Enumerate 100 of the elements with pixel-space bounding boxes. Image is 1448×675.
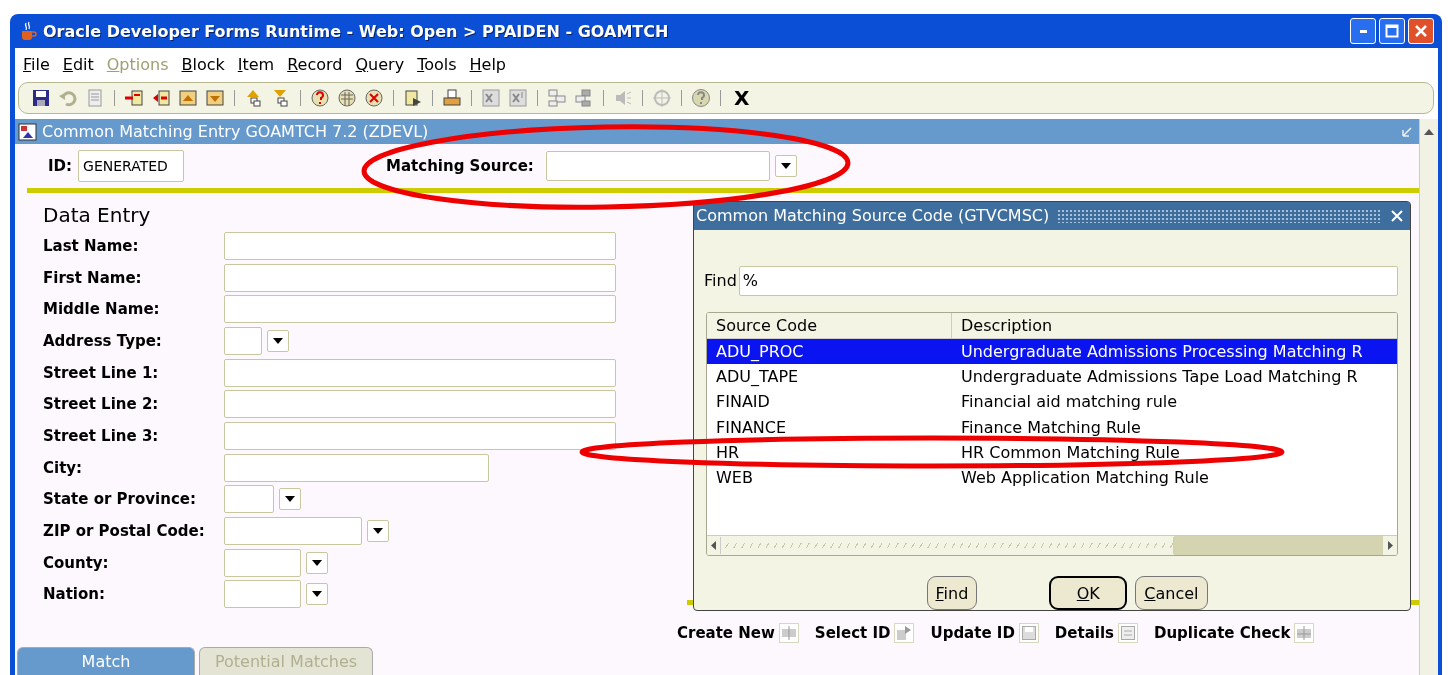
table-cell[interactable]: ADU_PROC: [716, 341, 804, 361]
action-label: Select ID: [814, 624, 891, 642]
table-cell[interactable]: WEB: [716, 468, 753, 488]
save-icon[interactable]: [31, 88, 51, 108]
dialog-button[interactable]: OK: [1049, 576, 1128, 610]
caret-down-icon: [312, 591, 322, 598]
field-label: Last Name:: [43, 236, 140, 255]
id-field[interactable]: GENERATED: [78, 150, 185, 182]
database-icon[interactable]: [337, 88, 357, 108]
input-field[interactable]: [224, 326, 262, 355]
help-icon[interactable]: [691, 88, 711, 108]
action-label: Details: [1054, 624, 1114, 642]
input-field[interactable]: [224, 517, 362, 546]
menu-item[interactable]: Tools: [413, 54, 466, 74]
spreadsheet-export-icon[interactable]: [508, 88, 528, 108]
section-heading: Data Entry: [43, 203, 151, 227]
input-field[interactable]: [224, 358, 616, 387]
table-cell[interactable]: Web Application Matching Rule: [951, 468, 1209, 488]
edit-document-icon[interactable]: [403, 88, 423, 108]
table-cell[interactable]: Undergraduate Admissions Tape Load Matching R: [951, 367, 1358, 387]
menu-item[interactable]: Help: [465, 54, 516, 74]
dropdown-button[interactable]: [774, 155, 797, 177]
save-icon: [1021, 626, 1036, 640]
maximize-icon: [1385, 24, 1399, 38]
menu-item[interactable]: Query: [351, 54, 414, 74]
table-cell[interactable]: FINANCE: [716, 417, 787, 437]
field-label: Street Line 3:: [43, 426, 160, 445]
field-label: Address Type:: [43, 331, 163, 350]
input-field[interactable]: [224, 390, 616, 419]
table-cell[interactable]: ADU_TAPE: [716, 367, 799, 387]
menu-item[interactable]: Item: [233, 54, 284, 74]
dropdown-button[interactable]: [367, 520, 389, 543]
find-field[interactable]: %: [738, 265, 1398, 296]
input-field[interactable]: [224, 421, 616, 450]
action-label: Update ID: [930, 624, 1015, 642]
menu-item[interactable]: File: [19, 54, 59, 74]
action-button[interactable]: [778, 623, 799, 643]
hierarchy-icon[interactable]: [547, 88, 567, 108]
action-button[interactable]: [1018, 623, 1039, 643]
column-header[interactable]: Source Code: [707, 312, 952, 338]
input-field[interactable]: [224, 548, 301, 577]
input-field[interactable]: [224, 231, 616, 260]
table-cell[interactable]: Undergraduate Admissions Processing Matching R: [951, 341, 1363, 361]
insert-record-icon[interactable]: [124, 88, 144, 108]
input-field[interactable]: [224, 453, 489, 482]
dialog-button[interactable]: Find: [926, 576, 978, 610]
dialog-button[interactable]: Cancel: [1135, 576, 1208, 610]
input-field[interactable]: [224, 580, 301, 609]
database-cancel-icon[interactable]: [364, 88, 384, 108]
dropdown-button[interactable]: [306, 551, 328, 574]
spreadsheet-icon[interactable]: [481, 88, 501, 108]
column-header[interactable]: Description: [952, 312, 1062, 338]
dropdown-button[interactable]: [279, 488, 301, 511]
previous-record-icon[interactable]: [244, 88, 264, 108]
caret-down-icon: [312, 559, 322, 566]
input-field[interactable]: [224, 295, 616, 324]
minimize-button[interactable]: [1350, 18, 1376, 44]
table-cell[interactable]: HR: [716, 442, 740, 462]
exit-button[interactable]: X: [730, 86, 754, 110]
remove-record-icon[interactable]: [151, 88, 171, 108]
document-icon[interactable]: [85, 88, 105, 108]
caret-down-icon: [285, 496, 295, 503]
table-cell[interactable]: HR Common Matching Rule: [951, 442, 1180, 462]
table-cell[interactable]: Financial aid matching rule: [951, 392, 1178, 412]
action-button[interactable]: [1118, 623, 1138, 643]
next-block-icon[interactable]: [205, 88, 225, 108]
undo-icon[interactable]: [58, 88, 78, 108]
action-button[interactable]: [1294, 623, 1315, 643]
document-icon: [1121, 626, 1135, 640]
close-icon: [1390, 208, 1404, 223]
caret-down-icon: [373, 528, 383, 535]
speaker-icon[interactable]: [613, 88, 633, 108]
minimize-icon: [1359, 29, 1367, 33]
field-label: Middle Name:: [43, 300, 161, 319]
close-button[interactable]: [1408, 18, 1434, 44]
maximize-button[interactable]: [1379, 18, 1405, 44]
hierarchy-remove-icon[interactable]: [574, 88, 594, 108]
crosshair-icon[interactable]: [652, 88, 672, 108]
menu-item[interactable]: Record: [283, 54, 352, 74]
previous-block-icon[interactable]: [178, 88, 198, 108]
matching-source-field[interactable]: [545, 151, 770, 181]
printer-icon[interactable]: [442, 88, 462, 108]
menu-item[interactable]: Edit: [58, 54, 103, 74]
table-cell[interactable]: Finance Matching Rule: [951, 417, 1141, 437]
field-label: City:: [43, 458, 84, 477]
coffee-cup-icon: [19, 21, 37, 41]
dropdown-button[interactable]: [306, 583, 328, 606]
field-label: Matching Source:: [386, 157, 534, 175]
action-label: Create New: [677, 624, 775, 642]
input-field[interactable]: [224, 263, 616, 292]
action-button[interactable]: [894, 623, 915, 643]
input-field[interactable]: [224, 485, 274, 514]
dropdown-button[interactable]: [267, 329, 289, 352]
close-icon: [1414, 24, 1428, 38]
field-label: ZIP or Postal Code:: [43, 522, 206, 541]
database-help-icon[interactable]: [310, 88, 330, 108]
next-record-icon[interactable]: [271, 88, 291, 108]
table-cell[interactable]: FINAID: [716, 392, 770, 412]
menu-item[interactable]: Block: [177, 54, 234, 74]
vertical-scrollbar[interactable]: [1419, 119, 1438, 675]
